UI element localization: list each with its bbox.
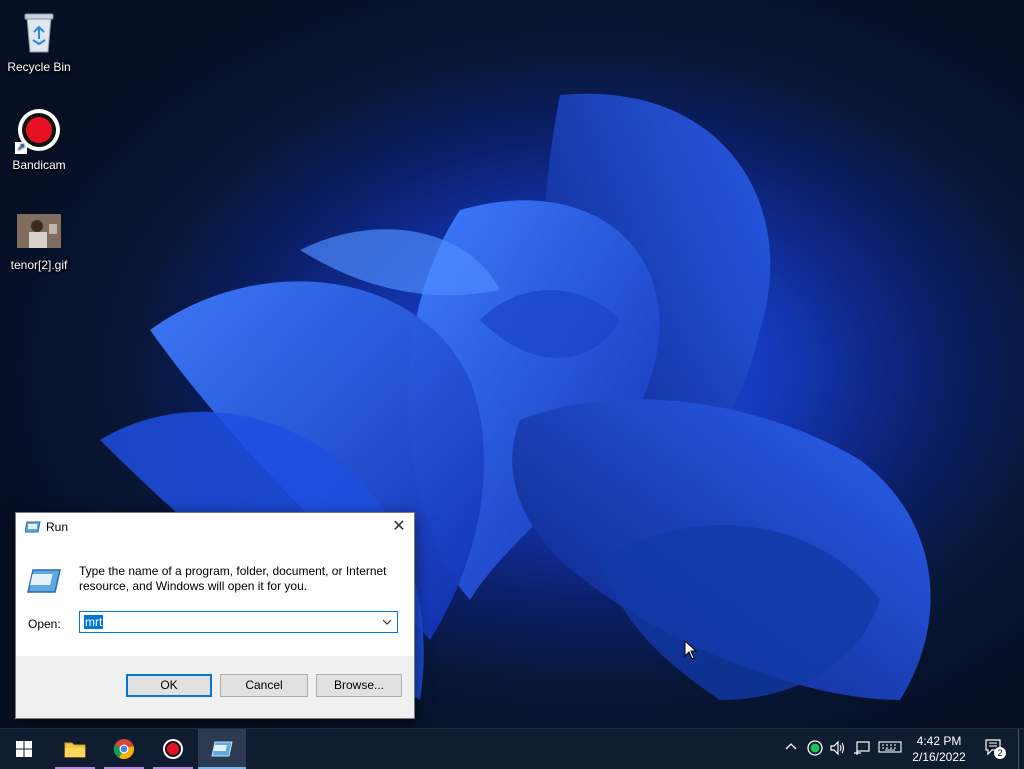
ok-button[interactable]: OK xyxy=(126,674,212,697)
recycle-bin-icon xyxy=(15,8,63,56)
run-icon xyxy=(25,521,41,533)
chevron-up-icon[interactable] xyxy=(782,740,800,758)
open-input-value[interactable]: mrt xyxy=(84,615,104,629)
run-description: Type the name of a program, folder, docu… xyxy=(79,564,387,593)
clock-time: 4:42 PM xyxy=(916,734,962,748)
taskbar-chrome[interactable] xyxy=(100,729,148,769)
windows-start-icon xyxy=(16,741,32,757)
taskbar-clock[interactable]: 4:42 PM 2/16/2022 xyxy=(905,733,973,765)
run-dialog-body: Type the name of a program, folder, docu… xyxy=(16,541,414,656)
run-icon xyxy=(211,741,233,757)
clock-date: 2/16/2022 xyxy=(912,750,966,764)
bandicam-tray-icon[interactable] xyxy=(806,740,824,758)
file-explorer-icon xyxy=(64,742,86,758)
desktop-icon-tenor-gif[interactable]: tenor[2].gif xyxy=(1,206,77,272)
taskbar-file-explorer[interactable] xyxy=(51,729,99,769)
network-icon[interactable] xyxy=(853,740,871,758)
start-button[interactable] xyxy=(0,729,48,769)
run-titlebar[interactable]: Run ✕ xyxy=(16,513,414,541)
bandicam-icon: ↗ xyxy=(15,106,63,154)
chevron-down-icon[interactable] xyxy=(381,616,393,628)
volume-icon[interactable] xyxy=(829,740,847,758)
gif-thumbnail-icon xyxy=(15,206,63,254)
taskbar-bandicam[interactable] xyxy=(149,729,197,769)
desktop-icon-bandicam[interactable]: ↗ Bandicam xyxy=(1,106,77,172)
run-dialog-title: Run xyxy=(46,520,69,534)
desktop-icon-label: Bandicam xyxy=(12,158,66,172)
open-label: Open: xyxy=(28,617,61,631)
mouse-cursor-icon xyxy=(684,640,698,660)
keyboard-icon[interactable] xyxy=(878,740,902,758)
shortcut-arrow-icon: ↗ xyxy=(15,142,27,154)
run-program-icon xyxy=(27,569,61,593)
show-desktop-button[interactable] xyxy=(1018,729,1024,769)
notification-badge: 2 xyxy=(994,747,1006,759)
bandicam-icon xyxy=(163,739,183,759)
close-button[interactable]: ✕ xyxy=(384,513,414,541)
chrome-icon xyxy=(113,739,134,760)
notification-center-button[interactable]: 2 xyxy=(983,738,1006,760)
taskbar-run[interactable] xyxy=(198,729,246,769)
open-combobox[interactable]: mrt xyxy=(79,611,398,633)
run-dialog: Run ✕ Type the name of a program, folder… xyxy=(15,512,415,719)
desktop-icon-label: tenor[2].gif xyxy=(10,258,68,272)
desktop-icon-recycle-bin[interactable]: Recycle Bin xyxy=(1,8,77,74)
taskbar: 4:42 PM 2/16/2022 2 xyxy=(0,728,1024,769)
desktop-icon-label: Recycle Bin xyxy=(7,60,71,74)
cancel-button[interactable]: Cancel xyxy=(220,674,308,697)
browse-button[interactable]: Browse... xyxy=(316,674,402,697)
